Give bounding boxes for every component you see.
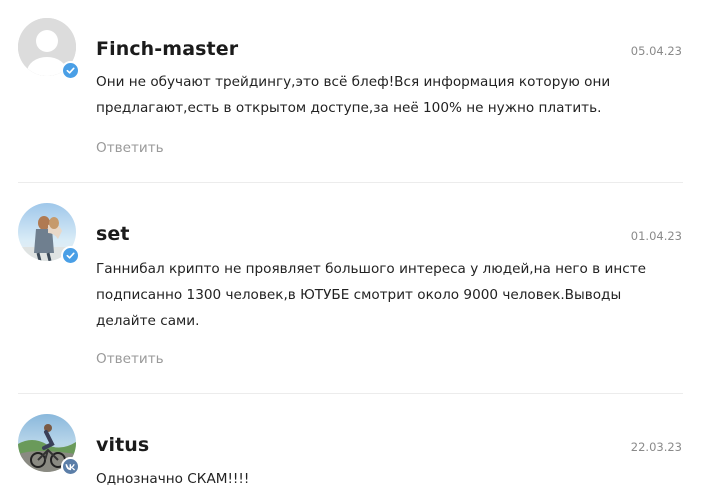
- comment-text-line: Они не обучают трейдингу,это всё блеф!Вс…: [96, 74, 611, 90]
- check-icon: [66, 252, 75, 259]
- vk-badge: [61, 457, 80, 476]
- reply-link[interactable]: Ответить: [96, 140, 164, 156]
- vk-icon: [65, 463, 76, 470]
- check-icon: [66, 67, 75, 74]
- comment-text: Ганнибал крипто не проявляет большого ин…: [96, 256, 696, 334]
- comment-text-line: делайте сами.: [96, 313, 200, 329]
- comment-username[interactable]: Finch-master: [96, 38, 238, 60]
- comment-text: Они не обучают трейдингу,это всё блеф!Вс…: [96, 69, 696, 121]
- comment-divider: [18, 182, 683, 183]
- comment-date: 05.04.23: [630, 44, 682, 58]
- comment-divider: [18, 393, 683, 394]
- comment-username[interactable]: vitus: [96, 434, 149, 456]
- comment-text-line: предлагают,есть в открытом доступе,за не…: [96, 100, 602, 116]
- comment-date: 01.04.23: [630, 229, 682, 243]
- comment-text-line: подписанно 1300 человек,в ЮТУБЕ смотрит …: [96, 287, 622, 303]
- comment-text-line: Ганнибал крипто не проявляет большого ин…: [96, 261, 646, 277]
- reply-link[interactable]: Ответить: [96, 351, 164, 367]
- verified-badge: [61, 246, 80, 265]
- comment-username[interactable]: set: [96, 223, 130, 245]
- comment-text: Однозначно СКАМ!!!!: [96, 466, 696, 492]
- comment-text-line: Однозначно СКАМ!!!!: [96, 471, 250, 487]
- comment-date: 22.03.23: [630, 440, 682, 454]
- verified-badge: [61, 61, 80, 80]
